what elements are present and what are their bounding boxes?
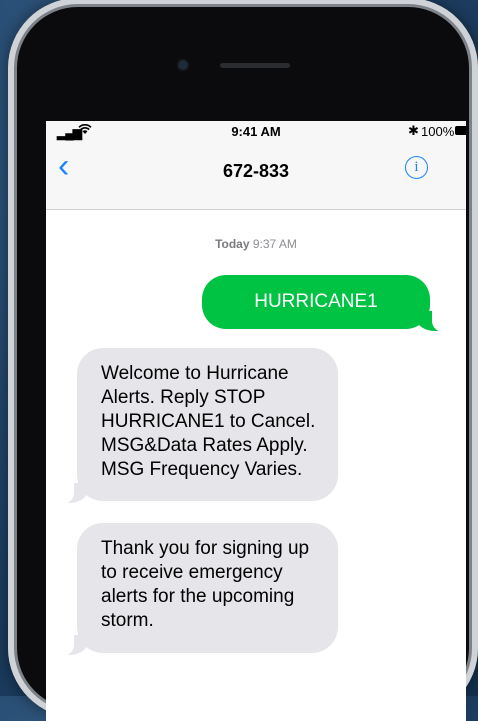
message-timestamp: Today 9:37 AM [46, 237, 466, 251]
phone-frame: ▂▄▆ 9:41 AM ✱ 100% ‹ 672-833 i Today 9:3… [8, 0, 478, 721]
received-message-bubble[interactable]: Welcome to Hurricane Alerts. Reply STOP … [77, 348, 338, 501]
message-line: Thank you for signing up [101, 538, 310, 559]
status-time: 9:41 AM [231, 124, 281, 139]
battery-percentage: 100% [421, 124, 455, 139]
front-camera-icon [178, 60, 188, 70]
sent-message-bubble[interactable]: HURRICANE1 [202, 275, 430, 329]
timestamp-date: Today [215, 237, 250, 251]
message-line: Alerts. Reply STOP [101, 387, 266, 408]
received-message-bubble[interactable]: Thank you for signing up to receive emer… [77, 523, 338, 653]
contact-title[interactable]: 672-833 [46, 161, 466, 182]
message-line: MSG&Data Rates Apply. [101, 435, 308, 456]
message-line: storm. [101, 610, 154, 631]
message-line: HURRICANE1 to Cancel. [101, 411, 316, 432]
sent-tail-mask [432, 305, 448, 333]
earpiece-speaker [220, 63, 290, 68]
conversation-header: ‹ 672-833 i [46, 141, 466, 210]
timestamp-time: 9:37 AM [252, 237, 297, 251]
message-line: alerts for the upcoming [101, 586, 295, 607]
messages-screen: ▂▄▆ 9:41 AM ✱ 100% ‹ 672-833 i Today 9:3… [46, 121, 466, 721]
info-icon[interactable]: i [405, 156, 428, 179]
status-bar: ▂▄▆ 9:41 AM ✱ 100% [46, 121, 466, 141]
message-line: MSG Frequency Varies. [101, 459, 303, 480]
message-line: Welcome to Hurricane [101, 363, 289, 384]
battery-icon [455, 126, 466, 135]
bluetooth-icon: ✱ [408, 123, 419, 138]
message-line: to receive emergency [101, 562, 283, 583]
